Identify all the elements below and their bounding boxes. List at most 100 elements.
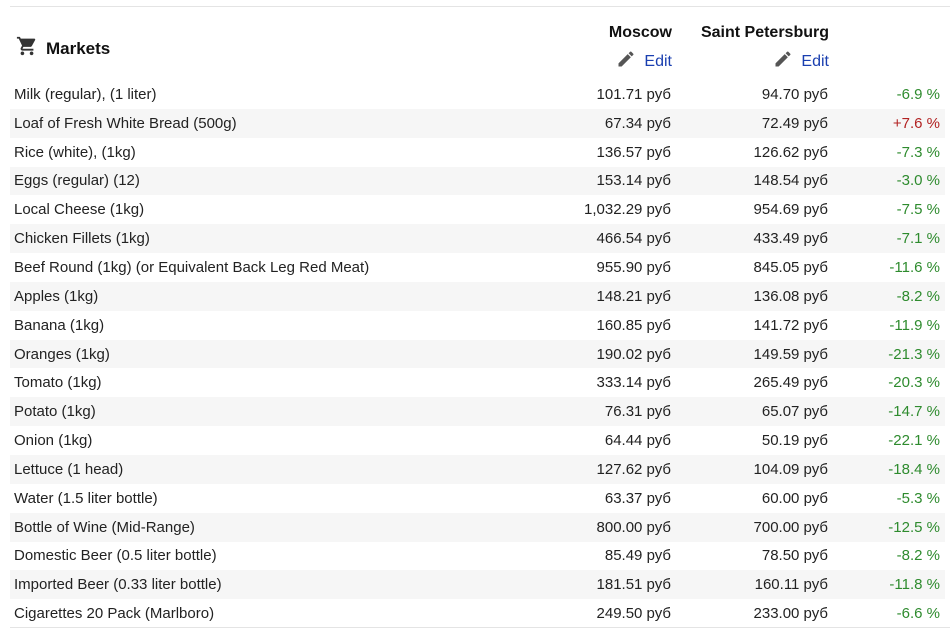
table-row: Loaf of Fresh White Bread (500g) 67.34 ру… (10, 108, 945, 138)
price-moscow: 76.31 руб (604, 403, 671, 421)
price-saint-petersburg: 136.08 руб (753, 287, 828, 305)
section-title-text: Markets (46, 38, 111, 58)
edit-moscow-button[interactable]: Edit (616, 49, 672, 74)
city-header-saint-petersburg: Saint Petersburg (700, 24, 829, 41)
table-row: Lettuce (1 head) 127.62 руб 104.09 руб -18.… (10, 454, 945, 484)
price-difference: -18.4 % (888, 460, 940, 478)
table-row: Chicken Fillets (1kg) 466.54 руб 433.49 ру… (10, 224, 945, 254)
bottom-divider (10, 627, 950, 628)
price-difference: +7.6 % (892, 114, 940, 132)
item-name: Water (1.5 liter bottle) (14, 489, 158, 507)
price-difference: -11.8 % (889, 576, 940, 594)
price-difference: -7.5 % (896, 201, 940, 219)
price-difference: -20.3 % (888, 374, 940, 392)
price-moscow: 136.57 руб (596, 143, 671, 161)
price-difference: -6.9 % (896, 85, 940, 103)
price-moscow: 800.00 руб (596, 518, 671, 536)
price-moscow: 67.34 руб (604, 114, 671, 132)
item-name: Banana (1kg) (14, 316, 105, 334)
price-difference: -5.3 % (896, 489, 940, 507)
price-saint-petersburg: 700.00 руб (753, 518, 828, 536)
price-saint-petersburg: 233.00 руб (753, 605, 828, 623)
edit-saint-petersburg-button[interactable]: Edit (773, 49, 829, 74)
table-row: Milk (regular), (1 liter) 101.71 руб 94.70… (10, 80, 945, 109)
price-saint-petersburg: 845.05 руб (753, 258, 828, 276)
price-saint-petersburg: 954.69 руб (753, 201, 828, 219)
price-saint-petersburg: 72.49 руб (761, 114, 828, 132)
table-row: Rice (white), (1kg) 136.57 руб 126.62 руб -… (10, 138, 945, 167)
edit-saint-petersburg-label: Edit (801, 52, 829, 70)
price-moscow: 1,032.29 руб (584, 201, 671, 219)
item-name: Chicken Fillets (1kg) (14, 230, 150, 248)
price-moscow: 955.90 руб (596, 258, 671, 276)
table-row: Banana (1kg) 160.85 руб 141.72 руб -11.9 % (10, 311, 945, 340)
price-moscow: 85.49 руб (604, 547, 671, 565)
price-difference: -11.9 % (889, 316, 940, 334)
item-name: Eggs (regular) (12) (14, 172, 140, 190)
table-row: Cigarettes 20 Pack (Marlboro) 249.50 руб 2… (10, 599, 945, 628)
table-row: Water (1.5 liter bottle) 63.37 руб 60.00 р… (10, 484, 945, 513)
shopping-cart-icon (16, 35, 38, 62)
table-row: Eggs (regular) (12) 153.14 руб 148.54 руб -… (10, 166, 945, 196)
table-header: Markets Moscow Edit Saint Petersburg Edi… (0, 7, 950, 80)
item-name: Rice (white), (1kg) (14, 143, 136, 161)
price-difference: -21.3 % (888, 345, 940, 363)
price-saint-petersburg: 148.54 руб (753, 172, 828, 190)
table-row: Onion (1kg) 64.44 руб 50.19 руб -22.1 % (10, 426, 945, 455)
price-moscow: 148.21 руб (596, 287, 671, 305)
item-name: Potato (1kg) (14, 403, 96, 421)
price-difference: -11.6 % (889, 258, 940, 276)
price-saint-petersburg: 265.49 руб (753, 374, 828, 392)
table-row: Domestic Beer (0.5 liter bottle) 85.49 ру… (10, 542, 945, 571)
price-difference: -22.1 % (888, 432, 940, 450)
price-moscow: 181.51 руб (596, 576, 671, 594)
table-row: Imported Beer (0.33 liter bottle) 181.51 … (10, 570, 945, 600)
price-difference: -8.2 % (896, 287, 940, 305)
price-moscow: 153.14 руб (596, 172, 671, 190)
edit-moscow-label: Edit (644, 52, 672, 70)
city-header-moscow: Moscow (608, 24, 672, 41)
price-difference: -7.3 % (896, 143, 940, 161)
price-moscow: 160.85 руб (596, 316, 671, 334)
table-row: Bottle of Wine (Mid-Range) 800.00 руб 700.… (10, 512, 945, 542)
price-saint-petersburg: 50.19 руб (761, 432, 828, 450)
item-name: Loaf of Fresh White Bread (500g) (14, 114, 237, 132)
pencil-icon (616, 49, 636, 74)
price-difference: -6.6 % (896, 605, 940, 623)
table-row: Tomato (1kg) 333.14 руб 265.49 руб -20.3 % (10, 368, 945, 397)
price-moscow: 466.54 руб (596, 230, 671, 248)
price-moscow: 64.44 руб (604, 432, 671, 450)
price-difference: -14.7 % (888, 403, 940, 421)
table-row: Local Cheese (1kg) 1,032.29 руб 954.69 руб… (10, 195, 945, 224)
item-name: Tomato (1kg) (14, 374, 102, 392)
table-row: Apples (1kg) 148.21 руб 136.08 руб -8.2 % (10, 281, 945, 311)
item-name: Oranges (1kg) (14, 345, 110, 363)
price-saint-petersburg: 104.09 руб (753, 460, 828, 478)
item-name: Onion (1kg) (14, 432, 93, 450)
price-moscow: 127.62 руб (596, 460, 671, 478)
price-saint-petersburg: 94.70 руб (761, 85, 828, 103)
price-moscow: 101.71 руб (596, 85, 671, 103)
section-title: Markets (16, 35, 110, 62)
price-saint-petersburg: 60.00 руб (761, 489, 828, 507)
table-row: Oranges (1kg) 190.02 руб 149.59 руб -21.3 % (10, 339, 945, 369)
price-saint-petersburg: 160.11 руб (754, 576, 828, 594)
price-moscow: 63.37 руб (604, 489, 671, 507)
item-name: Apples (1kg) (14, 287, 99, 305)
price-saint-petersburg: 149.59 руб (753, 345, 828, 363)
price-difference: -8.2 % (896, 547, 940, 565)
price-moscow: 333.14 руб (596, 374, 671, 392)
item-name: Imported Beer (0.33 liter bottle) (14, 576, 222, 594)
price-difference: -3.0 % (896, 172, 940, 190)
item-name: Bottle of Wine (Mid-Range) (14, 518, 195, 536)
item-name: Lettuce (1 head) (14, 460, 124, 478)
price-difference: -7.1 % (896, 230, 940, 248)
table-row: Beef Round (1kg) (or Equivalent Back Leg… (10, 253, 945, 282)
price-moscow: 190.02 руб (596, 345, 671, 363)
price-rows: Milk (regular), (1 liter) 101.71 руб 94.70… (10, 80, 945, 628)
item-name: Local Cheese (1kg) (14, 201, 145, 219)
item-name: Domestic Beer (0.5 liter bottle) (14, 547, 217, 565)
price-saint-petersburg: 78.50 руб (761, 547, 828, 565)
pencil-icon (773, 49, 793, 74)
item-name: Milk (regular), (1 liter) (14, 85, 157, 103)
